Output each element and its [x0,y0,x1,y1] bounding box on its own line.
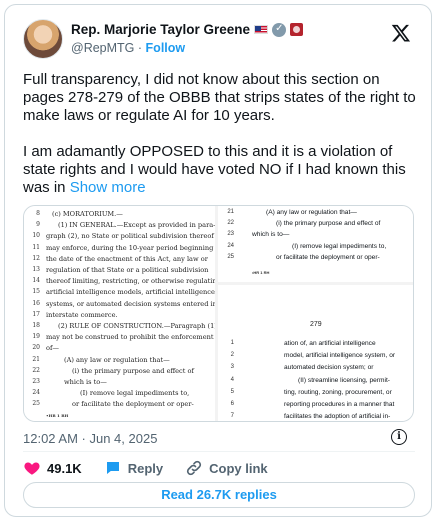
like-button[interactable]: 49.1K [23,459,82,477]
government-seal-icon[interactable] [290,23,304,36]
handle-separator: · [137,41,143,55]
author-handle-row: @RepMTG · Follow [71,41,185,55]
line-number: 21 [32,355,40,363]
page-number: 279 [310,321,322,328]
bill-text-line: or facilitate the deployment or oper- [72,400,194,409]
line-number: 21 [227,209,235,215]
bill-text-line: which is to— [64,378,107,386]
line-number: 25 [32,400,40,408]
read-replies-button[interactable]: Read 26.7K replies [23,482,415,508]
line-number: 14 [32,277,40,285]
line-number: 4 [230,376,235,383]
line-number: 12 [32,254,40,262]
follow-button[interactable]: Follow [146,41,186,55]
bill-text-line: ting, routing, zoning, procurement, or [284,388,392,396]
line-number: 7 [230,413,235,420]
bill-text-line: the date of the enactment of this Act, a… [46,254,208,263]
bill-text-line: graph (2), no State or political subdivi… [46,232,214,241]
line-number: 6 [230,401,235,407]
line-number: 10 [32,232,40,240]
line-number: 16 [32,299,40,307]
tweet-media-image[interactable]: 8 (c) MORATORIUM.— 9 (1) IN GENERAL.—Except… [23,205,414,422]
bill-page-278-left: 8 (c) MORATORIUM.— 9 (1) IN GENERAL.—Except… [24,206,216,421]
reply-button[interactable]: Reply [104,459,163,477]
bill-text-line: (2) RULE OF CONSTRUCTION.—Paragraph (1) [58,322,216,330]
bill-text-line: (I) remove legal impediments to, [292,242,387,250]
bill-text-line: artificial intelligence models, artifici… [46,288,215,297]
bill-text-line: (i) the primary purpose and effect of [276,220,381,228]
author-name-row: Rep. Marjorie Taylor Greene [71,22,304,37]
line-number: 18 [32,322,40,329]
line-number: 17 [32,310,40,318]
tweet-paragraph-1: Full transparency, I did not know about … [23,71,416,124]
heart-icon [24,462,40,475]
bill-text-line: may enforce, during the 10-year period b… [46,243,216,252]
page-footer-code: •HR 1 RH [252,270,270,275]
us-flag-icon [254,25,269,34]
bill-page-right: 21 (A) any law or regulation that— 22 (i) t… [218,206,413,421]
reply-bubble-icon [106,462,119,474]
line-number: 2 [230,352,235,359]
copy-link-button[interactable]: Copy link [185,459,268,477]
bill-text-line: of— [46,344,60,353]
line-number: 23 [227,231,235,238]
action-bar: 49.1K Reply Copy link [23,459,290,477]
bill-text-line: (A) any law or regulation that— [266,209,357,216]
bill-text-line: (I) remove legal impediments to, [80,389,190,398]
author-avatar[interactable] [23,19,63,59]
line-number: 15 [32,288,40,296]
reply-label: Reply [127,460,164,476]
bill-text-line: interstate commerce. [46,310,118,319]
line-number: 23 [32,378,40,385]
bill-page-278-crop: 21 (A) any law or regulation that— 22 (i) t… [218,206,413,282]
bill-text-line: regulation of that State or a political … [46,266,209,274]
bill-text-line: (i) the primary purpose and effect of [72,366,194,375]
line-number: 20 [32,344,40,352]
author-name[interactable]: Rep. Marjorie Taylor Greene [71,22,250,37]
bill-text-line: (c) MORATORIUM.— [52,210,123,218]
divider [23,451,415,452]
line-number: 25 [227,253,235,260]
bill-text-line: (II) streamline licensing, permit- [298,376,390,384]
line-number: 22 [227,220,235,227]
page-footer-code: •HR 1 RH [46,413,69,418]
bill-text-line: (1) IN GENERAL.—Except as provided in pa… [58,221,216,230]
line-number: 22 [32,366,40,374]
bill-text-line: automated decision system; or [284,364,374,372]
link-icon [187,460,202,476]
tweet-paragraph-2: I am adamantly OPPOSED to this and it is… [23,143,421,197]
line-number: 24 [32,389,40,397]
line-number: 1 [230,340,235,346]
bill-text-line: ation of, an artificial intelligence [284,340,376,347]
bill-text-line: which is to— [252,231,290,239]
tweet-text: Full transparency, I did not know about … [23,71,421,215]
bill-text-line: thereof limiting, restricting, or otherw… [46,277,216,286]
bill-text-line: or facilitate the deployment or oper- [276,253,380,261]
line-number: 8 [36,210,40,217]
line-number: 19 [32,333,40,341]
author-handle[interactable]: @RepMTG [71,41,134,55]
bill-text-line: facilitates the adoption of artificial i… [284,413,391,421]
gray-verified-badge-icon[interactable] [272,22,287,37]
x-logo-icon[interactable] [391,23,411,43]
bill-text-line: (A) any law or regulation that— [64,355,170,364]
tweet-card: Rep. Marjorie Taylor Greene @RepMTG · Fo… [4,4,432,517]
like-count: 49.1K [47,460,82,476]
info-icon[interactable]: i [391,429,407,445]
bill-text-line: model, artificial intelligence system, o… [284,352,396,360]
line-number: 13 [32,266,40,273]
tweet-timestamp[interactable]: 12:02 AM · Jun 4, 2025 [23,431,157,446]
copy-link-label: Copy link [209,460,268,476]
show-more-link[interactable]: Show more [70,179,146,196]
line-number: 3 [230,364,235,371]
line-number: 11 [32,243,40,251]
bill-text-line: reporting procedures in a manner that [284,401,395,408]
line-number: 24 [227,242,235,249]
bill-page-279: 279 1 ation of, an artificial intelligenc… [218,285,413,421]
line-number: 5 [230,388,235,395]
line-number: 9 [36,221,40,229]
bill-text-line: systems, or automated decision systems e… [46,299,216,308]
bill-text-line: may not be construed to prohibit the enf… [46,333,214,342]
